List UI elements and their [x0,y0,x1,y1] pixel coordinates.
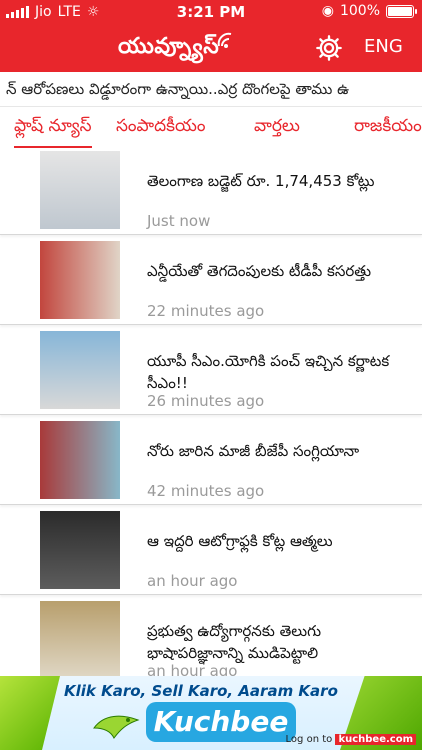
news-thumbnail [40,601,120,676]
tab-news[interactable]: వార్తలు [254,116,300,140]
news-title: ఆ ఇద్దరి ఆటోగ్రాఫ్లకి కోట్ల ఆత్మలు [147,532,333,550]
news-title: యూపీ సీఎం.యోగికి పంచ్ ఇచ్చిన కర్ణాటక సీఎ… [147,352,390,392]
ticker-text: న్ ఆరోపణలు విడ్డూరంగా ఉన్నాయి..ఎర్ర దొంగ… [6,80,350,98]
ad-decoration-left [0,676,60,750]
tab-politics[interactable]: రాజకీయం [354,116,422,140]
ad-tagline: Klik Karo, Sell Karo, Aaram Karo [64,682,338,700]
status-right: ◉ 100% [321,3,417,19]
rotation-lock-icon: ◉ [321,3,334,19]
ad-login-text: Log on to [285,734,333,745]
news-time: Just now [147,212,211,230]
news-time: 26 minutes ago [147,392,265,410]
news-thumbnail [40,331,120,409]
logo-text: యువ్న్యూస్ [118,34,220,59]
news-time: 22 minutes ago [147,302,265,320]
news-title: నోరు జారిన మాజీ బీజేపీ సంగ్లియానా [147,442,360,460]
tab-editorial[interactable]: సంపాదకీయం [116,116,205,140]
news-title: తెలంగాణ బడ్జెట్ రూ. 1,74,453 కోట్లు [147,172,375,190]
news-title: ఎన్డీయేతో తెగదెంపులకు టీడీపీ కసరత్తు [147,262,372,280]
app-bar: యువ్న్యూస్ ENG [0,24,422,72]
news-time: 42 minutes ago [147,482,265,500]
app-logo: యువ్న్యూస్ [118,32,232,64]
news-thumbnail [40,151,120,229]
ad-banner[interactable]: Klik Karo, Sell Karo, Aaram Karo Kuchbee… [0,676,422,750]
news-list: తెలంగాణ బడ్జెట్ రూ. 1,74,453 కోట్లు Just… [0,146,422,676]
news-time: an hour ago [147,572,238,590]
news-item[interactable]: తెలంగాణ బడ్జెట్ రూ. 1,74,453 కోట్లు Just… [0,146,422,235]
ad-login: Log on to kuchbee.com [286,734,416,745]
language-toggle[interactable]: ENG [364,36,403,57]
app-header: Jio LTE ☼ 3:21 PM ◉ 100% యువ్న్యూస్ ENG [0,0,422,72]
category-tabs: ఫ్లాష్ న్యూస్ సంపాదకీయం వార్తలు రాజకీయం [0,108,422,148]
news-title: ప్రభుత్వ ఉద్యోగార్గనకు తెలుగు భాషాపరిజ్ఞ… [147,622,322,662]
news-item[interactable]: ఆ ఇద్దరి ఆటోగ్రాఫ్లకి కోట్ల ఆత్మలు an ho… [0,506,422,595]
tab-flash-news[interactable]: ఫ్లాష్ న్యూస్ [14,116,92,148]
gear-icon[interactable] [315,34,343,62]
news-thumbnail [40,421,120,499]
news-item[interactable]: ఎన్డీయేతో తెగదెంపులకు టీడీపీ కసరత్తు 22 … [0,236,422,325]
news-thumbnail [40,511,120,589]
ad-url[interactable]: kuchbee.com [335,734,416,745]
news-item[interactable]: యూపీ సీఎం.యోగికి పంచ్ ఇచ్చిన కర్ణాటక సీఎ… [0,326,422,415]
status-bar: Jio LTE ☼ 3:21 PM ◉ 100% [0,0,422,24]
battery-percent: 100% [339,3,380,19]
bird-icon [93,715,140,739]
news-thumbnail [40,241,120,319]
news-time: an hour ago [147,662,238,676]
news-item[interactable]: నోరు జారిన మాజీ బీజేపీ సంగ్లియానా 42 min… [0,416,422,505]
news-ticker: న్ ఆరోపణలు విడ్డూరంగా ఉన్నాయి..ఎర్ర దొంగ… [0,72,422,107]
news-item[interactable]: ప్రభుత్వ ఉద్యోగార్గనకు తెలుగు భాషాపరిజ్ఞ… [0,596,422,676]
battery-icon [386,4,417,18]
wifi-logo-icon [217,32,232,48]
ad-brand: Kuchbee [146,702,296,742]
